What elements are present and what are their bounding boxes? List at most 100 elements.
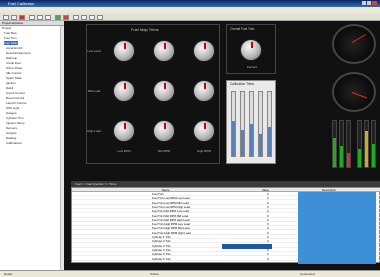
tree-item[interactable]: Accel Enrich bbox=[6, 46, 23, 50]
trim-knob[interactable] bbox=[193, 120, 215, 142]
new-icon[interactable] bbox=[3, 14, 9, 20]
tree-item[interactable]: Outputs bbox=[6, 131, 17, 135]
tree-item[interactable]: Fuel Table bbox=[4, 41, 18, 45]
knob-indicator bbox=[204, 123, 206, 129]
trim-knob[interactable] bbox=[153, 80, 175, 102]
knob-indicator bbox=[164, 83, 166, 89]
toolbar bbox=[0, 13, 380, 21]
tree-item[interactable]: Idle Control bbox=[6, 71, 21, 75]
col-label-high-rpm: High RPM bbox=[197, 149, 211, 153]
tree-item[interactable]: Project bbox=[2, 26, 11, 30]
status-bar: Ready Online Connected bbox=[0, 270, 380, 277]
graph-icon[interactable] bbox=[81, 14, 87, 20]
knob-indicator bbox=[164, 43, 166, 49]
tree-item[interactable]: Gauges bbox=[6, 111, 17, 115]
description-pane bbox=[298, 192, 376, 264]
row-label-low-load: Low Load bbox=[87, 49, 101, 53]
trim-knob[interactable] bbox=[193, 80, 215, 102]
tree-header-label: Project Explorer bbox=[2, 21, 24, 25]
fuel-map-title: Fuel Map Trims bbox=[131, 27, 159, 32]
connect-icon[interactable] bbox=[55, 14, 61, 20]
knob-indicator bbox=[124, 43, 126, 49]
calibration-bar[interactable] bbox=[240, 91, 245, 157]
value-edit-box[interactable] bbox=[222, 244, 272, 249]
tree-item[interactable]: Injector Setup bbox=[6, 121, 25, 125]
trim-knob[interactable] bbox=[153, 120, 175, 142]
level-bar bbox=[371, 120, 376, 168]
cut-icon[interactable] bbox=[29, 14, 35, 20]
level-bar bbox=[346, 120, 351, 168]
overall-trim-label: Percent bbox=[246, 65, 258, 69]
calibration-bar[interactable] bbox=[258, 91, 263, 157]
knob-indicator bbox=[204, 43, 206, 49]
tree-item[interactable]: Warmup bbox=[6, 56, 17, 60]
maximize-icon[interactable] bbox=[367, 1, 371, 5]
tree-item[interactable]: Decel Enleanment bbox=[6, 51, 31, 55]
trim-knob[interactable] bbox=[113, 80, 135, 102]
knob-indicator bbox=[124, 83, 126, 89]
tree-item[interactable]: Calibrations bbox=[6, 141, 22, 145]
open-icon[interactable] bbox=[11, 14, 17, 20]
status-left: Ready bbox=[4, 272, 13, 276]
tree-item[interactable]: Boost Control bbox=[6, 96, 24, 100]
tree-item[interactable]: Dwell bbox=[6, 86, 13, 90]
col-label-mid-rpm: Mid RPM bbox=[157, 149, 171, 153]
status-right: Connected bbox=[300, 272, 315, 276]
tree-item[interactable]: Sensors bbox=[6, 126, 17, 130]
overall-trim-title: Overall Fuel Trim bbox=[230, 27, 255, 31]
knob-indicator bbox=[164, 123, 166, 129]
row-value[interactable]: 0 bbox=[267, 257, 269, 261]
trim-knob[interactable] bbox=[153, 40, 175, 62]
burn-icon[interactable] bbox=[73, 14, 79, 20]
minimize-icon[interactable] bbox=[362, 1, 366, 5]
calibration-bar[interactable] bbox=[231, 91, 236, 157]
knob-indicator bbox=[124, 123, 126, 129]
level-bar bbox=[339, 120, 344, 168]
disconnect-icon[interactable] bbox=[63, 14, 69, 20]
row-label-mid-load: Mid Load bbox=[87, 89, 101, 93]
tree-item[interactable]: Crank Fuel bbox=[6, 61, 21, 65]
tree-item[interactable]: Cylinder Trim bbox=[6, 116, 24, 120]
log-icon[interactable] bbox=[89, 14, 95, 20]
close-icon[interactable] bbox=[372, 1, 377, 5]
table-breadcrumb: Fuel >> Fuel Injection >> Trims bbox=[75, 182, 117, 186]
tree-item[interactable]: Knock Control bbox=[6, 91, 25, 95]
calibration-bar[interactable] bbox=[249, 91, 254, 157]
overall-trim-knob[interactable] bbox=[240, 39, 262, 61]
gauge-cluster bbox=[330, 22, 380, 182]
tree-item[interactable]: Shift Light bbox=[6, 106, 19, 110]
calibration-panel: Calibration Trims bbox=[226, 80, 276, 164]
tree-items: Project Fuel Map Fuel Trim Fuel Table Accel … bbox=[0, 26, 60, 270]
copy-icon[interactable] bbox=[37, 14, 43, 20]
col-label-low-rpm: Low RPM bbox=[117, 149, 131, 153]
tree-item[interactable]: Prime Pulse bbox=[6, 66, 22, 70]
level-bar bbox=[364, 120, 369, 168]
fuel-map-panel: Fuel Map Trims Low Load Mid Load High Lo… bbox=[86, 24, 220, 164]
row-name: Cylinder 6 Trim bbox=[152, 256, 171, 261]
level-bar bbox=[357, 120, 362, 168]
calibration-bar[interactable] bbox=[267, 91, 272, 157]
overall-trim-panel: Overall Fuel Trim Percent bbox=[226, 24, 276, 74]
tree-item[interactable]: Fuel Trim bbox=[4, 36, 17, 40]
trim-knob[interactable] bbox=[113, 120, 135, 142]
trim-knob[interactable] bbox=[193, 40, 215, 62]
paste-icon[interactable] bbox=[45, 14, 51, 20]
parameter-grid: Name Value Description Fuel Trim 0 Fuel Tr… bbox=[71, 187, 380, 264]
level-bar bbox=[332, 120, 337, 168]
status-center: Online bbox=[150, 272, 159, 276]
row-label-high-load: High Load bbox=[87, 129, 101, 133]
tree-item[interactable]: Launch Control bbox=[6, 101, 26, 105]
title-bar: Fuel Calibrator bbox=[0, 0, 380, 7]
tree-item[interactable]: Datalog bbox=[6, 136, 16, 140]
knob-indicator bbox=[204, 83, 206, 89]
rpm-gauge bbox=[332, 24, 376, 64]
calibration-title: Calibration Trims bbox=[230, 82, 254, 86]
settings-icon[interactable] bbox=[97, 14, 103, 20]
trim-knob[interactable] bbox=[113, 40, 135, 62]
window-title: Fuel Calibrator bbox=[8, 1, 35, 6]
tree-item[interactable]: Spark Table bbox=[6, 76, 22, 80]
tree-item[interactable]: Ignition bbox=[6, 81, 16, 85]
tree-item[interactable]: Fuel Map bbox=[4, 31, 17, 35]
save-icon[interactable] bbox=[19, 14, 25, 20]
knob-indicator bbox=[251, 42, 253, 48]
